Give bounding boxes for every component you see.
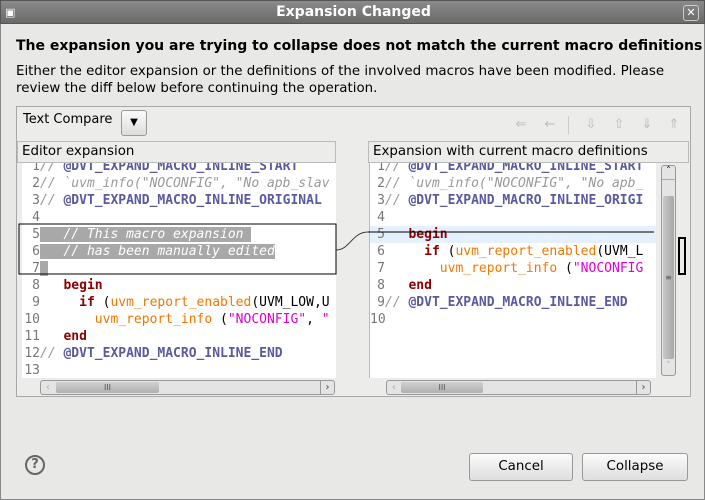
scroll-left-arrow-icon[interactable]: ‹ (387, 381, 401, 394)
line-number: 12 (24, 346, 40, 361)
diff-connector (18, 223, 654, 275)
code-text: // @DVT_EXPAND_MACRO_INLINE_END (40, 346, 283, 361)
code-text: begin (40, 278, 103, 293)
code-token: if (79, 295, 95, 310)
right-horizontal-scrollbar[interactable]: ‹ III › (386, 380, 651, 395)
code-text: if (uvm_report_enabled(UVM_LOW,U (40, 295, 330, 310)
line-number: 10 (24, 312, 40, 327)
code-line: 13 (22, 362, 336, 378)
scrollbar-thumb[interactable]: ≡ (663, 196, 674, 359)
code-token: , (306, 312, 322, 327)
code-token: ( (94, 295, 111, 310)
code-text: end (40, 329, 87, 344)
scrollbar-thumb[interactable]: III (401, 382, 483, 393)
code-token: @DVT_EXPAND_MACRO_INLINE_END (63, 346, 283, 361)
left-diff-box (18, 223, 337, 275)
prev-change-icon[interactable]: ⇑ (665, 117, 683, 135)
code-token: end (63, 329, 87, 344)
close-icon[interactable]: ✕ (683, 5, 699, 21)
scroll-down-arrow-icon[interactable]: ˅ (662, 361, 675, 375)
dialog-heading: The expansion you are trying to collapse… (16, 38, 703, 54)
code-token: end (408, 278, 432, 293)
scrollbar-thumb[interactable]: III (56, 382, 159, 393)
scroll-right-arrow-icon[interactable]: › (320, 381, 334, 394)
compare-dropdown-button[interactable]: ▼ (121, 110, 147, 136)
help-icon[interactable]: ? (25, 455, 45, 475)
code-token: uvm_report_enabled (110, 295, 252, 310)
scroll-right-arrow-icon[interactable]: › (636, 381, 650, 394)
code-line: 12// @DVT_EXPAND_MACRO_INLINE_END (22, 345, 336, 362)
code-line: 9 if (uvm_report_enabled(UVM_LOW,U (22, 294, 336, 311)
code-text: end (385, 278, 432, 293)
code-token: uvm_report_info (94, 312, 213, 327)
code-line: 9// @DVT_EXPAND_MACRO_INLINE_END (370, 294, 656, 311)
overview-ruler-marker[interactable] (678, 237, 686, 275)
line-number: 13 (24, 363, 40, 378)
toolbar-separator (568, 116, 569, 134)
diff-link-curve (335, 231, 369, 251)
next-change-icon[interactable]: ⇓ (638, 117, 656, 135)
code-token: // (385, 295, 409, 310)
next-diff-icon[interactable]: ⇩ (582, 117, 600, 135)
description-line-2: review the diff below before continuing … (16, 81, 378, 96)
line-number: 10 (370, 312, 386, 327)
triangle-down-icon: ▼ (130, 117, 138, 128)
code-line: 11 end (22, 328, 336, 345)
line-number: 9 (32, 295, 40, 310)
left-horizontal-scrollbar[interactable]: ‹ III › (40, 380, 335, 395)
scroll-left-arrow-icon[interactable]: ‹ (41, 381, 55, 394)
code-token: " (321, 312, 330, 327)
code-token: begin (63, 278, 103, 293)
copy-left-icon[interactable]: ← (541, 117, 559, 135)
code-text: // @DVT_EXPAND_MACRO_INLINE_END (385, 295, 628, 310)
code-token: (UVM_LOW,U (251, 295, 330, 310)
code-text: uvm_report_info ("NOCONFIG", " (40, 312, 330, 327)
compare-label: Text Compare (23, 112, 113, 127)
collapse-button[interactable]: Collapse (582, 453, 688, 481)
code-token: // (40, 346, 64, 361)
title-bar: ▣ Expansion Changed ✕ (0, 0, 705, 24)
scroll-up-arrow-icon[interactable]: ˄ (662, 166, 675, 180)
code-token: "NOCONFIG" (227, 312, 307, 327)
window-title: Expansion Changed (276, 4, 431, 20)
code-token: @DVT_EXPAND_MACRO_INLINE_END (408, 295, 628, 310)
prev-diff-icon[interactable]: ⇧ (610, 117, 628, 135)
description-line-1: Either the editor expansion or the defin… (16, 64, 665, 79)
code-line: 10 uvm_report_info ("NOCONFIG", " (22, 311, 336, 328)
copy-all-left-icon[interactable]: ⇐ (512, 117, 530, 135)
line-number: 9 (377, 295, 385, 310)
code-line: 10 (370, 311, 656, 328)
line-number: 11 (24, 329, 40, 344)
cancel-button[interactable]: Cancel (469, 453, 573, 481)
code-token: ( (212, 312, 228, 327)
right-vertical-scrollbar[interactable]: ˄ ≡ ˅ (661, 165, 676, 376)
